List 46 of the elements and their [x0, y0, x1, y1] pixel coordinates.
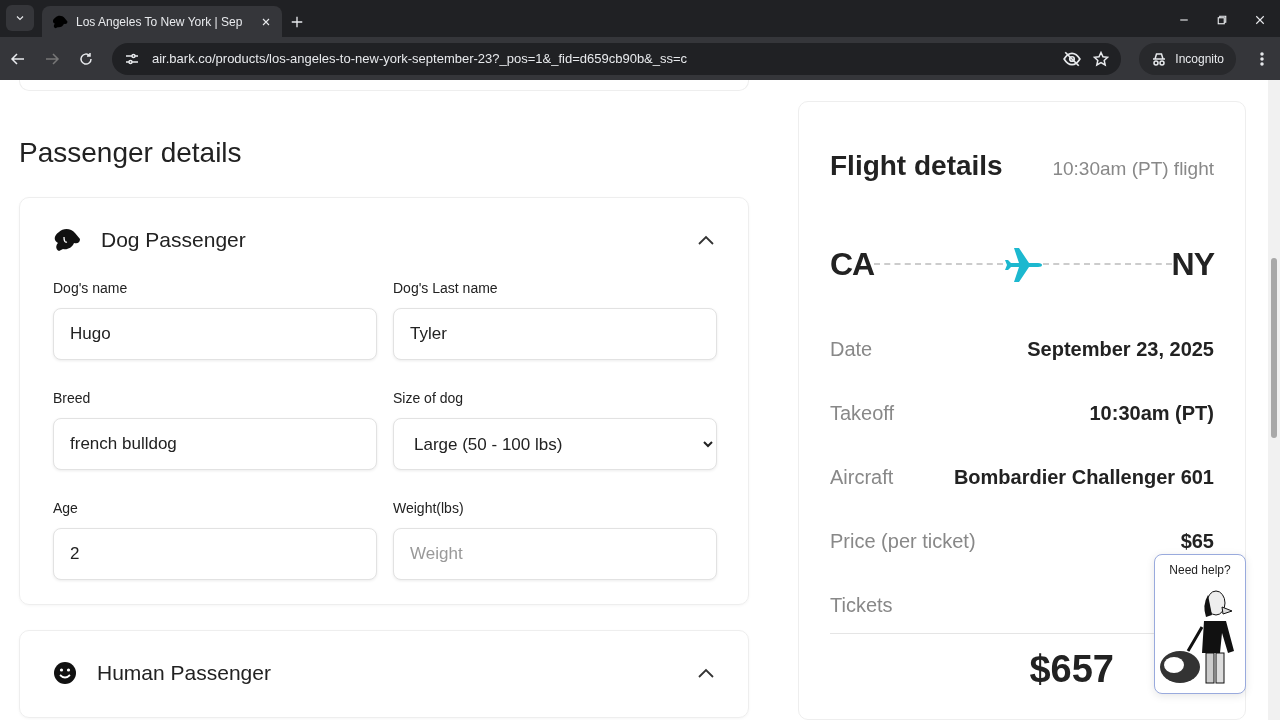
size-select[interactable]: Large (50 - 100 lbs) [393, 418, 717, 470]
detail-label: Takeoff [830, 401, 895, 425]
incognito-button[interactable]: Incognito [1139, 42, 1236, 75]
incognito-icon[interactable] [1151, 50, 1168, 67]
input-field[interactable]: Hugo [53, 308, 377, 360]
eye-slash-icon[interactable] [1063, 49, 1082, 68]
field-label: Breed [53, 390, 92, 406]
card-title: Human Passenger [97, 661, 271, 685]
detail-value: Bombardier Challenger 601 [953, 465, 1214, 489]
field-label: Weight(lbs) [393, 500, 465, 516]
help-label: Need help? [1169, 563, 1231, 577]
input-field[interactable]: Tyler [393, 308, 717, 360]
reload-icon[interactable] [78, 50, 94, 67]
chevron-icon[interactable] [697, 667, 715, 679]
back-icon[interactable] [10, 50, 26, 67]
card-title: Dog Passenger [101, 228, 246, 252]
input-field[interactable]: 2 [53, 528, 377, 580]
detail-label: Aircraft [830, 465, 894, 489]
detail-value: September 23, 2025 [1027, 337, 1214, 361]
help-widget[interactable]: Need help? [1154, 554, 1246, 694]
field-label: Dog's Last name [393, 280, 499, 296]
field-label: Age [53, 500, 79, 516]
forward-icon[interactable] [44, 50, 60, 67]
section-heading: Passenger details [19, 137, 243, 169]
card-title: Flight details [830, 150, 1003, 182]
detail-label: Price (per ticket) [830, 529, 976, 553]
detail-value: 10:30am (PT) [1089, 401, 1214, 425]
field-label: Dog's name [53, 280, 129, 296]
chevron-icon[interactable] [697, 234, 715, 246]
field-label: Size of dog [393, 390, 465, 406]
smiley-icon [53, 661, 77, 685]
scrollbar[interactable] [1268, 80, 1280, 720]
detail-label: Date [830, 337, 873, 361]
origin-code: CA [830, 245, 875, 283]
detail-value: $65 [1180, 529, 1214, 553]
star-icon[interactable] [1093, 50, 1110, 67]
restore-icon[interactable] [1216, 14, 1228, 26]
flight-time: 10:30am (PT) flight [1052, 158, 1214, 180]
destination-code: NY [1171, 245, 1214, 283]
input-field[interactable]: Weight [393, 528, 717, 580]
total-price: $657 [1028, 648, 1115, 691]
input-field[interactable]: french bulldog [53, 418, 377, 470]
close-icon[interactable] [1254, 14, 1266, 26]
new-tab-icon[interactable] [290, 15, 304, 29]
detail-label: Tickets [830, 593, 893, 617]
browser-tab[interactable]: Los Angeles To New York | Sep [42, 6, 282, 37]
